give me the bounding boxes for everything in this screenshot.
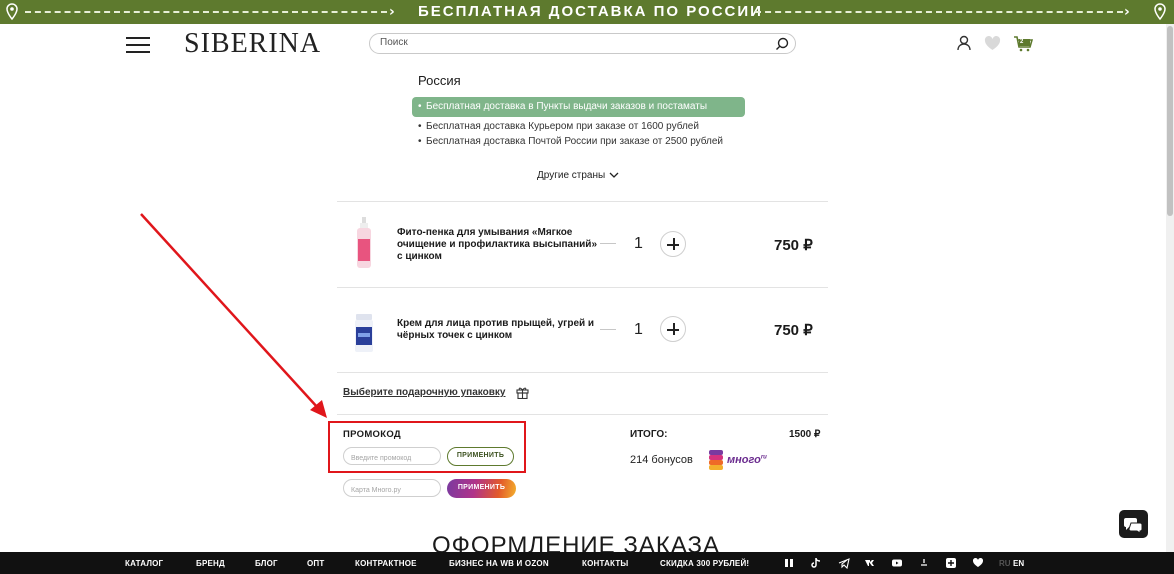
heart-badge-icon[interactable] xyxy=(972,557,984,569)
chevron-down-icon xyxy=(609,172,619,178)
chat-button[interactable] xyxy=(1119,510,1148,538)
footer-link-discount[interactable]: СКИДКА 300 РУБЛЕЙ! xyxy=(660,559,749,568)
footer-link-catalog[interactable]: КАТАЛОГ xyxy=(125,559,163,568)
location-pin-icon xyxy=(6,3,18,21)
banner-dash-right xyxy=(755,11,1123,13)
promo-highlight-box xyxy=(328,421,526,473)
divider xyxy=(337,414,828,415)
item-price: 750 ₽ xyxy=(774,237,813,254)
delivery-country: Россия xyxy=(418,73,461,88)
search-input[interactable] xyxy=(380,37,770,48)
menu-icon[interactable] xyxy=(126,37,150,53)
banner-dash-left xyxy=(25,11,387,13)
total-label: ИТОГО: xyxy=(630,429,668,440)
lang-ru[interactable]: RU xyxy=(999,559,1011,568)
heart-icon[interactable] xyxy=(984,36,1001,51)
divider xyxy=(337,372,828,373)
rutube-icon[interactable] xyxy=(945,557,957,569)
chat-icon xyxy=(1124,518,1143,534)
increase-qty-button[interactable] xyxy=(660,316,686,342)
mnogo-brand: многоru xyxy=(727,454,767,466)
total-value: 1500 ₽ xyxy=(789,429,821,440)
product-title[interactable]: Крем для лица против прыщей, угрей и чёр… xyxy=(397,318,597,342)
gift-icon[interactable] xyxy=(516,386,529,399)
quantity-value: 1 xyxy=(634,321,643,338)
dzen-icon[interactable] xyxy=(918,557,930,569)
other-countries-toggle[interactable]: Другие страны xyxy=(537,170,619,181)
product-image-cream[interactable] xyxy=(351,313,377,353)
user-icon[interactable] xyxy=(957,35,971,51)
scrollbar-thumb[interactable] xyxy=(1167,26,1173,216)
quantity-value: 1 xyxy=(634,235,643,252)
footer-link-brand[interactable]: БРЕНД xyxy=(196,559,225,568)
apply-card-button[interactable]: ПРИМЕНИТЬ xyxy=(447,479,516,498)
location-pin-icon xyxy=(1154,3,1166,21)
free-shipping-banner[interactable]: › БЕСПЛАТНАЯ ДОСТАВКА ПО РОССИИ › xyxy=(0,0,1174,24)
footer-link-blog[interactable]: БЛОГ xyxy=(255,559,278,568)
bonus-text: 214 бонусов xyxy=(630,454,693,466)
bottom-navbar: КАТАЛОГ БРЕНД БЛОГ ОПТ КОНТРАКТНОЕ БИЗНЕ… xyxy=(0,552,1174,574)
youtube-icon[interactable] xyxy=(891,557,903,569)
item-price: 750 ₽ xyxy=(774,322,813,339)
decrease-qty-button[interactable] xyxy=(600,329,616,330)
banner-text: БЕСПЛАТНАЯ ДОСТАВКА ПО РОССИИ xyxy=(418,3,763,20)
footer-link-contacts[interactable]: КОНТАКТЫ xyxy=(582,559,628,568)
footer-link-contract[interactable]: КОНТРАКТНОЕ xyxy=(355,559,417,568)
tiktok-icon[interactable] xyxy=(810,557,822,569)
yandex-zen-icon[interactable] xyxy=(783,557,795,569)
telegram-icon[interactable] xyxy=(838,557,850,569)
divider xyxy=(337,201,828,202)
mnogo-logo-icon xyxy=(709,450,723,470)
site-logo[interactable]: SIBERINA xyxy=(184,28,321,60)
loyalty-card-input[interactable] xyxy=(343,479,441,497)
scrollbar[interactable] xyxy=(1166,24,1174,552)
increase-qty-button[interactable] xyxy=(660,231,686,257)
decrease-qty-button[interactable] xyxy=(600,243,616,244)
footer-link-wholesale[interactable]: ОПТ xyxy=(307,559,324,568)
search-icon[interactable] xyxy=(775,37,789,51)
lang-en[interactable]: EN xyxy=(1013,559,1024,568)
delivery-option-post[interactable]: • Бесплатная доставка Почтой России при з… xyxy=(418,136,723,147)
vk-icon[interactable] xyxy=(864,557,876,569)
product-title[interactable]: Фито-пенка для умывания «Мягкое очищение… xyxy=(397,227,597,263)
footer-link-business[interactable]: БИЗНЕС НА WB И OZON xyxy=(449,559,549,568)
chevron-right-icon: › xyxy=(1124,4,1130,20)
chevron-right-icon: › xyxy=(389,4,395,20)
divider xyxy=(337,287,828,288)
delivery-option-courier[interactable]: • Бесплатная доставка Курьером при заказе… xyxy=(418,121,699,132)
gift-wrap-link[interactable]: Выберите подарочную упаковку xyxy=(343,387,505,398)
delivery-option-pickup[interactable]: • Бесплатная доставка в Пункты выдачи зак… xyxy=(412,97,745,117)
search-bar[interactable] xyxy=(369,33,796,54)
cart-count: 2 xyxy=(1020,39,1024,45)
product-image-foam[interactable] xyxy=(351,217,377,269)
